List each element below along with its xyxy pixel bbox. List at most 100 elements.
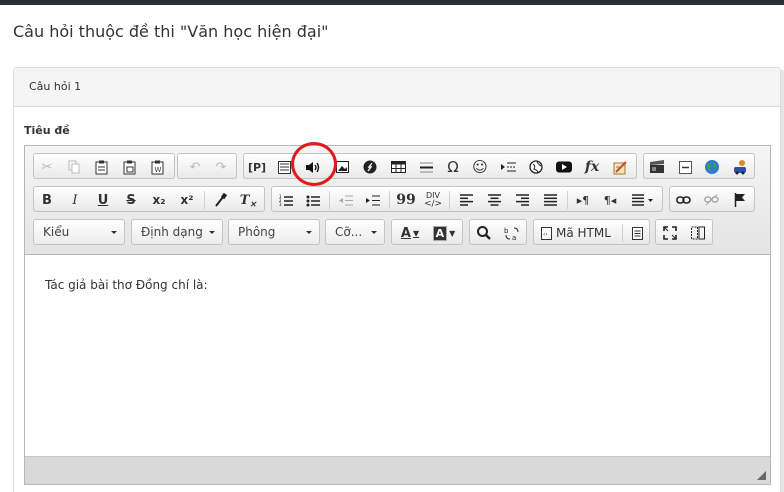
cut-icon[interactable]: ✂: [37, 157, 57, 177]
italic-button[interactable]: I: [65, 190, 85, 210]
language-dropdown-icon[interactable]: [628, 190, 658, 210]
find-group: ba: [469, 219, 527, 245]
svg-text:‹›: ‹›: [543, 231, 548, 238]
teaching-tool-icon[interactable]: [730, 157, 750, 177]
preview-document-icon[interactable]: [627, 223, 647, 243]
horizontal-line-icon[interactable]: [416, 157, 436, 177]
template-icon[interactable]: [274, 157, 294, 177]
underline-button[interactable]: U: [93, 190, 113, 210]
bulleted-list-icon[interactable]: [303, 190, 323, 210]
rtl-text-direction-icon[interactable]: ¶◂: [600, 190, 620, 210]
copy-formatting-icon[interactable]: [210, 190, 230, 210]
editor-toolbar: ✂ W ↶ ↷ [P] Ω ☺ fx B I U S x₂ x² T ✕ 1 2…: [25, 146, 770, 255]
paste-from-word-icon[interactable]: W: [147, 157, 167, 177]
page-title: Câu hỏi thuộc đề thi "Văn học hiện đại": [13, 22, 329, 41]
separator: [389, 191, 390, 209]
maximize-icon[interactable]: [660, 223, 680, 243]
create-div-button[interactable]: DIV </>: [423, 190, 443, 210]
font-combo[interactable]: Phông: [228, 219, 320, 245]
collapse-icon[interactable]: [675, 157, 695, 177]
basic-styles-group: B I U S x₂ x² T ✕: [33, 186, 265, 212]
link-group: [669, 186, 755, 212]
chevron-down-icon: [209, 231, 215, 234]
svg-text:W: W: [154, 166, 161, 174]
numbered-list-icon[interactable]: 123: [276, 190, 296, 210]
bold-button[interactable]: B: [37, 190, 57, 210]
chevron-down-icon: ▼: [412, 228, 420, 238]
separator: [622, 224, 623, 242]
paste-icon[interactable]: [91, 157, 111, 177]
tools-group: [655, 219, 713, 245]
svg-text:b: b: [504, 227, 509, 235]
undo-redo-group: ↶ ↷: [177, 153, 237, 179]
video-clapper-icon[interactable]: [647, 157, 667, 177]
special-character-icon[interactable]: Ω: [443, 157, 463, 177]
create-div-code-icon: </>: [423, 199, 443, 209]
paste-text-icon[interactable]: [119, 157, 139, 177]
ltr-text-direction-icon[interactable]: ▸¶: [573, 190, 593, 210]
separator: [329, 191, 330, 209]
chevron-down-icon: [371, 231, 377, 234]
globe-icon[interactable]: [702, 157, 722, 177]
iframe-globe-icon[interactable]: [526, 157, 546, 177]
table-icon[interactable]: [388, 157, 408, 177]
svg-text:3: 3: [279, 202, 282, 207]
rich-text-editor: ✂ W ↶ ↷ [P] Ω ☺ fx B I U S x₂ x² T ✕ 1 2…: [24, 145, 771, 485]
separator: [204, 191, 205, 209]
font-size-combo[interactable]: Cỡ...: [325, 219, 385, 245]
find-search-icon[interactable]: [474, 223, 494, 243]
source-html-button[interactable]: ‹› Mã HTML: [537, 223, 619, 243]
source-group: ‹› Mã HTML: [533, 219, 650, 245]
page-break-icon[interactable]: [498, 157, 518, 177]
redo-icon[interactable]: ↷: [211, 157, 231, 177]
align-right-icon[interactable]: [512, 190, 532, 210]
subscript-button[interactable]: x₂: [149, 190, 169, 210]
style-combo[interactable]: Kiểu: [33, 219, 125, 245]
font-combo-label: Phông: [238, 225, 276, 239]
panel-heading: Câu hỏi 1: [14, 68, 780, 107]
anchor-flag-icon[interactable]: [730, 190, 750, 210]
template-edit-icon[interactable]: [610, 157, 630, 177]
top-bar: [0, 0, 784, 5]
decrease-indent-icon[interactable]: [336, 190, 356, 210]
resize-grip-icon[interactable]: [757, 471, 766, 480]
remove-format-button[interactable]: T ✕: [238, 190, 258, 210]
flash-icon[interactable]: [360, 157, 380, 177]
image-icon[interactable]: [332, 157, 352, 177]
link-icon[interactable]: [673, 190, 693, 210]
math-formula-icon[interactable]: fx: [582, 157, 602, 177]
text-color-button[interactable]: A ▼: [396, 223, 424, 243]
strikethrough-button[interactable]: S: [121, 190, 141, 210]
source-html-label: Mã HTML: [556, 226, 611, 240]
copy-icon[interactable]: [64, 157, 84, 177]
align-left-icon[interactable]: [456, 190, 476, 210]
format-combo[interactable]: Định dạng: [131, 219, 223, 245]
superscript-button[interactable]: x²: [177, 190, 197, 210]
smiley-icon[interactable]: ☺: [470, 157, 490, 177]
undo-icon[interactable]: ↶: [185, 157, 205, 177]
remove-format-label: T: [239, 192, 250, 208]
align-justify-icon[interactable]: [540, 190, 560, 210]
editor-content[interactable]: Tác giả bài thơ Đồng chí là:: [25, 256, 770, 456]
youtube-icon[interactable]: [554, 157, 574, 177]
svg-text:a: a: [512, 234, 516, 241]
chevron-down-icon: ▼: [449, 228, 456, 238]
replace-icon[interactable]: ba: [502, 223, 522, 243]
insert-group: [P] Ω ☺ fx: [243, 153, 637, 179]
align-center-icon[interactable]: [484, 190, 504, 210]
blockquote-button[interactable]: 99: [396, 190, 416, 210]
chevron-down-icon: [306, 231, 312, 234]
title-field-label: Tiêu đề: [24, 124, 70, 137]
separator: [567, 191, 568, 209]
background-color-label: A: [432, 225, 448, 241]
increase-indent-icon[interactable]: [363, 190, 383, 210]
unlink-icon[interactable]: [701, 190, 721, 210]
audio-icon[interactable]: [302, 157, 322, 177]
show-blocks-icon[interactable]: [688, 223, 708, 243]
separator: [449, 191, 450, 209]
insert-paragraph-icon[interactable]: [P]: [247, 157, 267, 177]
format-combo-label: Định dạng: [141, 225, 203, 239]
background-color-button[interactable]: A ▼: [430, 223, 458, 243]
chevron-down-icon: [111, 231, 117, 234]
font-size-combo-label: Cỡ...: [335, 225, 363, 239]
